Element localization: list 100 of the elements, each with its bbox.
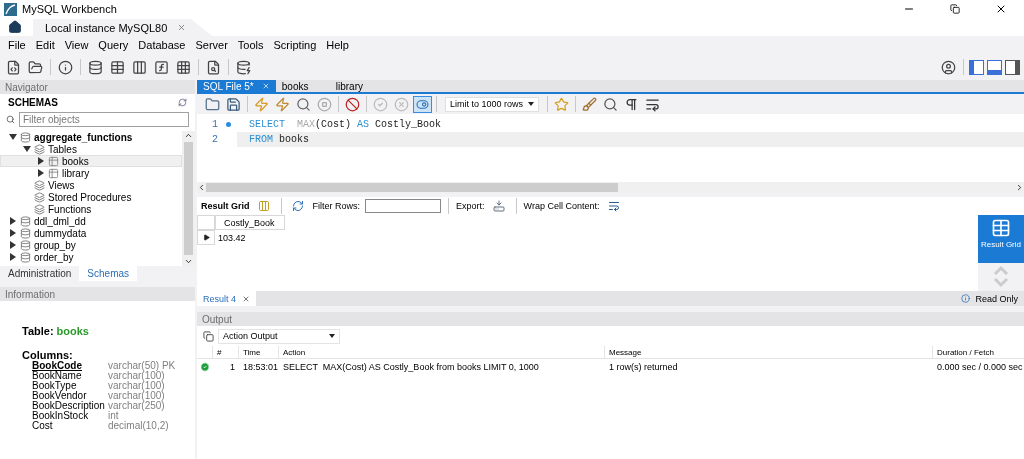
menu-item[interactable]: File [3,39,31,51]
column-name: BookName [32,371,83,381]
collapsed-arrow-icon[interactable] [9,253,17,261]
info-label: Table: [22,325,54,337]
expanded-arrow-icon[interactable] [23,145,31,153]
toolbar-label: Result Grid [201,201,250,211]
column-type: varchar(100) [108,391,166,401]
tree-item[interactable]: Views [0,179,182,191]
scroll-right-icon[interactable] [1015,183,1024,192]
menu-item[interactable]: Edit [30,39,60,51]
side-button-label: Result Grid [981,240,1021,249]
column-type: int [108,411,119,421]
dropdown-arrow-icon [528,102,534,106]
collapsed-arrow-icon[interactable] [9,241,17,249]
restore-icon[interactable] [950,4,960,14]
scroll-down-icon[interactable] [184,257,193,266]
copy-icon[interactable] [203,330,214,342]
collapsed-arrow-icon[interactable] [9,229,17,237]
scroll-up-icon[interactable] [184,131,193,140]
scroll-left-icon[interactable] [197,183,206,192]
tree-item[interactable]: aggregate_functions [0,131,182,143]
panel-title: Navigator [0,80,195,94]
section-title: SCHEMAS [8,96,58,108]
row-pointer-icon [202,234,210,241]
column-header[interactable]: Action [279,346,605,359]
panel-toggle-icon[interactable] [969,59,984,75]
line-number: 2 [212,134,218,145]
collapsed-arrow-icon[interactable] [37,169,45,177]
refresh-icon[interactable] [178,97,187,107]
info-label: Columns: [22,349,74,361]
menu-item[interactable]: Scripting [268,39,322,51]
column-name: BookInStock [32,411,89,421]
search-icon [6,114,15,124]
table-cell-text: SELECT MAX(Cost) AS Costly_Book from books LIMIT 0, 1000 [282,361,540,374]
collapsed-arrow-icon[interactable] [9,217,17,225]
line-number: 1 [212,119,218,130]
result-tab[interactable]: Result 4 [197,291,257,306]
table-icon [48,167,59,179]
table-cell-text: 1 row(s) returned [608,361,679,374]
table-cell-text: 1 [229,361,236,374]
tree-item[interactable]: dummydata [0,227,182,239]
filter-field[interactable]: Filter objects [19,111,189,127]
code-line: SELECT MAX(Cost) AS Costly_Book [248,118,443,132]
scrollbar[interactable] [182,131,195,266]
menu-item[interactable]: Query [93,39,134,51]
menu-item[interactable]: Database [133,39,191,51]
column-header[interactable]: Duration / Fetch [933,346,1024,359]
side-button[interactable]: Result Grid [978,215,1024,263]
column-name: BookDescription [32,401,106,411]
table-cell-text: 0.000 sec / 0.000 sec [936,361,1024,374]
tree-item[interactable]: order_by [0,251,182,263]
column-header[interactable]: Time [239,346,279,359]
editor-tab[interactable]: library [329,80,384,92]
database-icon [20,131,31,143]
folder-icon [34,203,45,215]
column-name: Cost [32,421,54,431]
toolbar-label: Wrap Cell Content: [523,201,600,211]
tree-item[interactable]: Functions [0,203,182,215]
tree-item[interactable]: library [0,167,182,179]
collapsed-arrow-icon[interactable] [37,157,45,165]
menu-item[interactable]: Tools [232,39,269,51]
connection-tab[interactable]: Local instance MySQL80 [33,19,213,36]
window-title: MySQL Workbench [22,3,118,15]
tree-item[interactable]: ddl_dml_dd [0,215,182,227]
column-header[interactable]: # [213,346,239,359]
panel-toggle-icon[interactable] [1005,59,1020,75]
editor-tab[interactable]: books [275,80,330,92]
tree-item[interactable]: books [0,155,182,167]
scrollbar[interactable] [197,182,1024,193]
panel-tab[interactable]: Administration [0,266,80,281]
column-name: BookCode [32,361,83,371]
column-header[interactable]: Costly_Book [215,215,285,230]
column-header[interactable]: Message [605,346,933,359]
folder-icon [34,143,45,155]
folder-icon [34,179,45,191]
menu-item[interactable]: View [59,39,94,51]
output-mode-dropdown[interactable]: Action Output [218,328,340,344]
folder-icon [34,191,45,203]
menu-item[interactable]: Help [321,39,354,51]
expanded-arrow-icon[interactable] [9,133,17,141]
tree-item[interactable]: Stored Procedures [0,191,182,203]
toggle-button[interactable] [413,95,432,113]
database-icon [20,215,31,227]
tree-item[interactable]: Tables [0,143,182,155]
broom-icon[interactable] [580,94,599,114]
menu-item[interactable]: Server [190,39,233,51]
info-icon [961,294,971,303]
editor-tab[interactable]: SQL File 5* [197,80,276,92]
panel-tab[interactable]: Schemas [79,266,138,281]
home-icon[interactable] [8,20,22,34]
limit-dropdown[interactable]: Limit to 1000 rows [445,96,539,112]
column-type: varchar(100) [108,381,166,391]
panel-toggle-icon[interactable] [987,59,1002,75]
toolbar-label: Filter Rows: [312,201,361,211]
panel-title: Information [0,287,195,301]
filter-rows-field[interactable] [365,199,442,213]
row-header[interactable] [197,230,215,245]
tree-item[interactable]: group_by [0,239,182,251]
close-icon[interactable] [995,3,1007,15]
panel-title: Output [197,312,1024,326]
